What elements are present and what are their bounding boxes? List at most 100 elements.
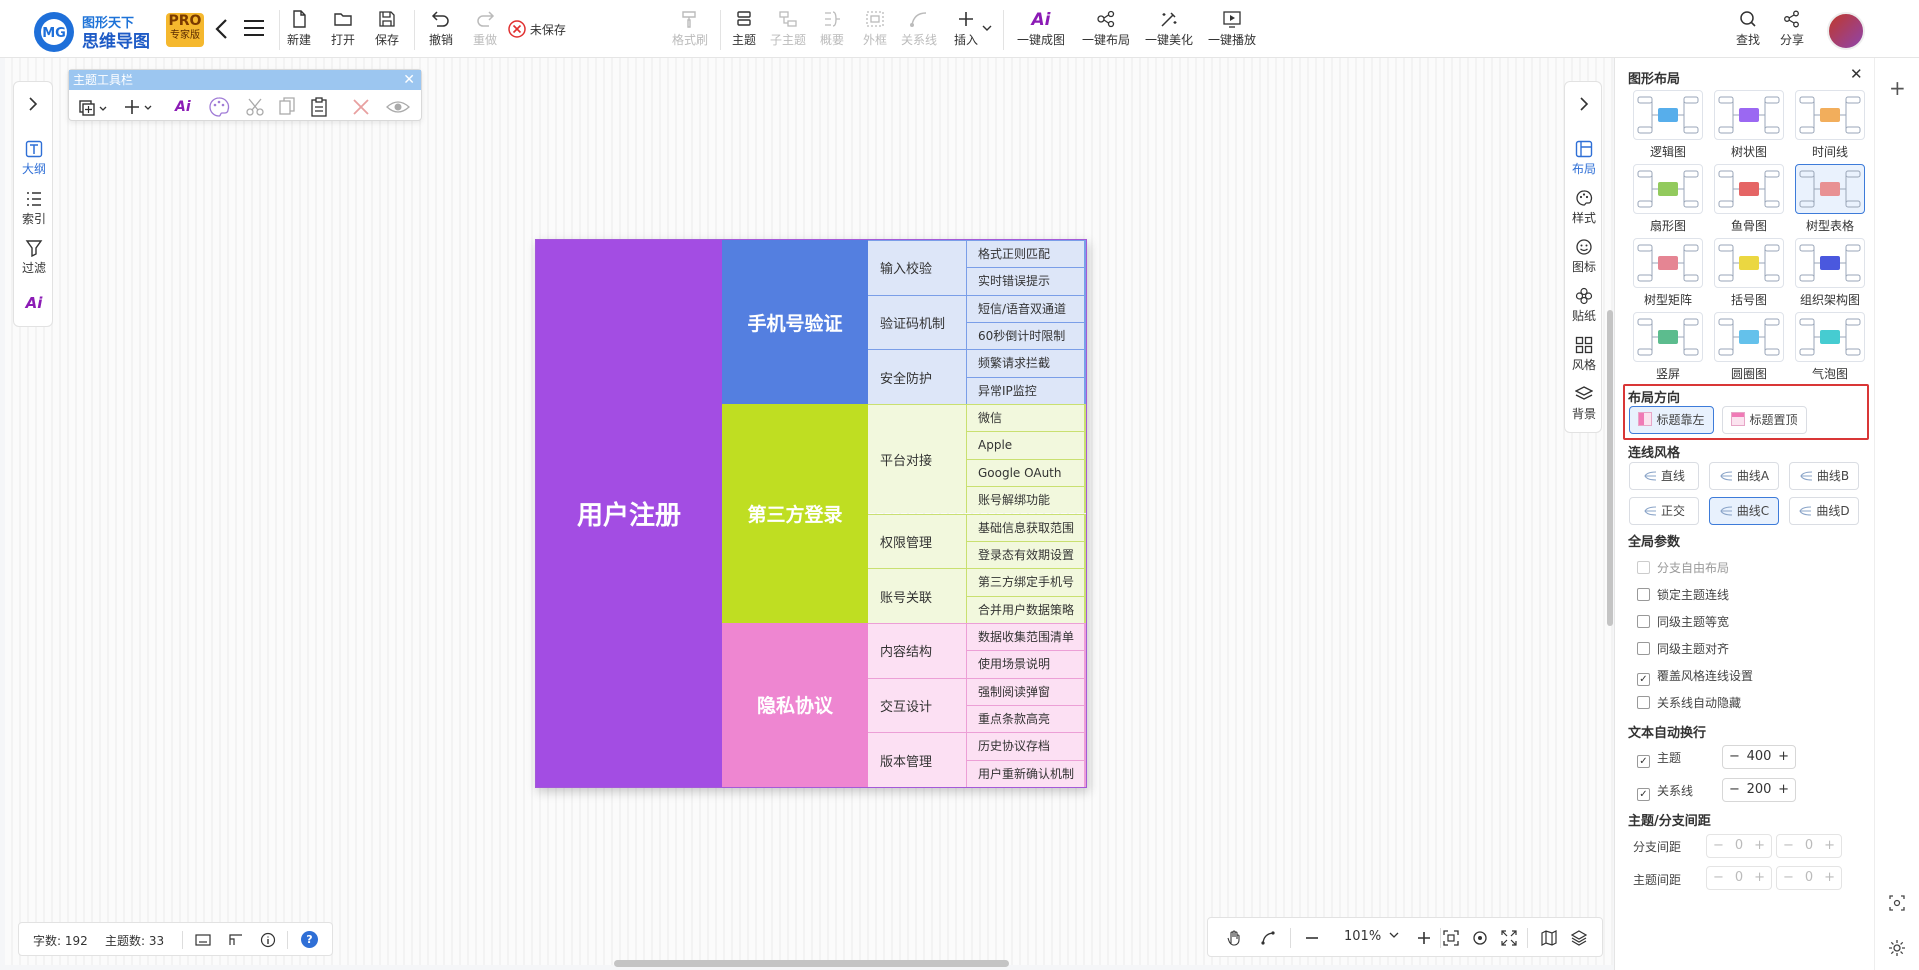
settings-gear-icon[interactable] [1888,939,1906,957]
copy-style-icon[interactable] [77,95,109,119]
ruler-icon[interactable] [228,933,244,947]
find-button[interactable]: 查找 [1733,10,1763,52]
branch-spacing-stepper-2[interactable]: −0 + [1776,834,1842,858]
global-option-checkbox[interactable]: 分支自由布局 [1637,560,1729,576]
fullscreen-icon[interactable] [1501,930,1517,946]
center-target-icon[interactable] [1472,930,1488,946]
avatar[interactable] [1827,12,1865,50]
wrap-relation-stepper[interactable]: −200 + [1722,778,1796,802]
leaf-topic-cell[interactable]: 登录态有效期设置 [967,540,1086,569]
format-brush-button[interactable]: 格式刷 [670,10,710,52]
help-icon[interactable]: ? [301,931,318,948]
collapse-chevron-icon[interactable] [1579,96,1589,112]
add-plus-icon[interactable]: + [1889,76,1906,100]
style-tab[interactable]: 样式 [1565,189,1603,226]
save-button[interactable]: 保存 [372,10,402,52]
boundary-button[interactable]: 外框 [860,10,890,52]
zoom-out-icon[interactable] [1304,930,1320,946]
global-option-checkbox[interactable]: 同级主题等宽 [1637,614,1729,630]
sticker-tab[interactable]: 贴纸 [1565,287,1603,324]
layout-option-bubble-map[interactable] [1795,312,1865,362]
layout-option-logic-map[interactable] [1633,90,1703,140]
global-option-checkbox[interactable]: ✓ 覆盖风格连线设置 [1637,668,1753,686]
leaf-topic-cell[interactable]: Google OAuth [967,458,1086,487]
leaf-topic-cell[interactable]: 数据收集范围清单 [967,622,1086,651]
menu-icon[interactable] [243,19,265,37]
topic-toolbar-header[interactable]: 主题工具栏 ✕ [69,70,421,90]
wrap-relation-checkbox[interactable]: ✓ 关系线 [1637,783,1693,801]
leaf-topic-cell[interactable]: 基础信息获取范围 [967,513,1086,541]
layout-option-fishbone[interactable] [1714,164,1784,214]
line-style-straight-button[interactable]: 直线 [1629,462,1699,490]
redo-button[interactable]: 重做 [470,10,500,52]
mindmap-tree-table[interactable]: 用户注册 手机号验证 输入校验 格式正则匹配 实时错误提示 验证码机制 短信/语音双通道 6… [535,239,1087,788]
layers-icon[interactable] [1571,930,1587,946]
keyboard-icon[interactable] [195,933,211,947]
palette-icon[interactable] [207,95,231,119]
paste-icon[interactable] [307,95,331,119]
root-topic[interactable]: 用户注册 [536,240,722,787]
subtopic-cell[interactable]: 权限管理 [868,513,967,569]
leaf-topic-cell[interactable]: 第三方绑定手机号 [967,568,1086,596]
close-panel-icon[interactable]: ✕ [1850,65,1863,83]
subtopic-cell[interactable]: 账号关联 [868,568,967,623]
wrap-topic-stepper[interactable]: −400 + [1722,745,1796,769]
line-style-orthogonal-button[interactable]: 正交 [1629,497,1699,525]
layout-option-timeline[interactable] [1795,90,1865,140]
index-button[interactable]: 索引 [14,190,54,227]
layout-option-bracket-map[interactable] [1714,238,1784,288]
hand-pan-icon[interactable] [1226,930,1242,946]
zoom-level-select[interactable]: 101% [1344,929,1399,944]
expand-chevron-icon[interactable] [28,96,38,112]
leaf-topic-cell[interactable]: 合并用户数据策略 [967,595,1086,623]
leaf-topic-cell[interactable]: 格式正则匹配 [967,240,1086,268]
insert-button[interactable]: 插入 [951,10,981,52]
share-button[interactable]: 分享 [1777,10,1807,52]
topic-spacing-stepper-2[interactable]: −0 + [1776,866,1842,890]
icon-tab[interactable]: 图标 [1565,238,1603,275]
leaf-topic-cell[interactable]: 实时错误提示 [967,267,1086,295]
add-plus-icon[interactable] [123,95,155,119]
layout-option-circle-map[interactable] [1714,312,1784,362]
layout-option-tree-table[interactable] [1795,164,1865,214]
direction-title-left-button[interactable]: 标题靠左 [1629,406,1714,434]
leaf-topic-cell[interactable]: 60秒倒计时限制 [967,322,1086,350]
subtopic-cell[interactable]: 验证码机制 [868,294,967,350]
delete-icon[interactable] [349,95,373,119]
layout-option-tree-matrix[interactable] [1633,238,1703,288]
leaf-topic-cell[interactable]: 异常IP监控 [967,376,1086,405]
line-style-curve-c-button[interactable]: 曲线C [1709,497,1779,525]
branch-topic[interactable]: 隐私协议 [722,622,868,787]
undo-button[interactable]: 撤销 [426,10,456,52]
close-icon[interactable]: ✕ [403,70,415,90]
layout-tab[interactable]: 布局 [1565,140,1603,177]
subtopic-cell[interactable]: 交互设计 [868,677,967,733]
auto-layout-button[interactable]: 一键布局 [1080,10,1132,52]
leaf-topic-cell[interactable]: Apple [967,431,1086,459]
eye-icon[interactable] [385,95,411,119]
fit-screen-icon[interactable] [1443,930,1459,946]
leaf-topic-cell[interactable]: 用户重新确认机制 [967,759,1086,787]
leaf-topic-cell[interactable]: 微信 [967,404,1086,432]
topic-spacing-stepper-1[interactable]: −0 + [1706,866,1772,890]
leaf-topic-cell[interactable]: 账号解绑功能 [967,486,1086,514]
global-option-checkbox[interactable]: 同级主题对齐 [1637,641,1729,657]
subtopic-cell[interactable]: 输入校验 [868,240,967,295]
leaf-topic-cell[interactable]: 重点条款高亮 [967,704,1086,733]
leaf-topic-cell[interactable]: 强制阅读弹窗 [967,677,1086,705]
screenshot-icon[interactable] [1889,895,1905,911]
branch-topic[interactable]: 第三方登录 [722,404,868,623]
left-ai-button[interactable]: Ai [14,294,54,312]
horizontal-scrollbar[interactable] [614,960,1009,967]
topic-ai-icon[interactable]: Ai [175,95,191,119]
relation-button[interactable]: 关系线 [899,10,939,52]
filter-button[interactable]: 过滤 [14,239,54,276]
subtopic-button[interactable]: 子主题 [768,10,808,52]
outline-button[interactable]: 大纲 [14,140,54,177]
auto-play-button[interactable]: 一键播放 [1206,10,1258,52]
line-style-curve-b-button[interactable]: 曲线B [1789,462,1859,490]
line-style-curve-d-button[interactable]: 曲线D [1789,497,1859,525]
ai-map-button[interactable]: Ai 一键成图 [1015,10,1067,52]
layout-option-fan-map[interactable] [1633,164,1703,214]
zoom-in-icon[interactable] [1416,930,1432,946]
